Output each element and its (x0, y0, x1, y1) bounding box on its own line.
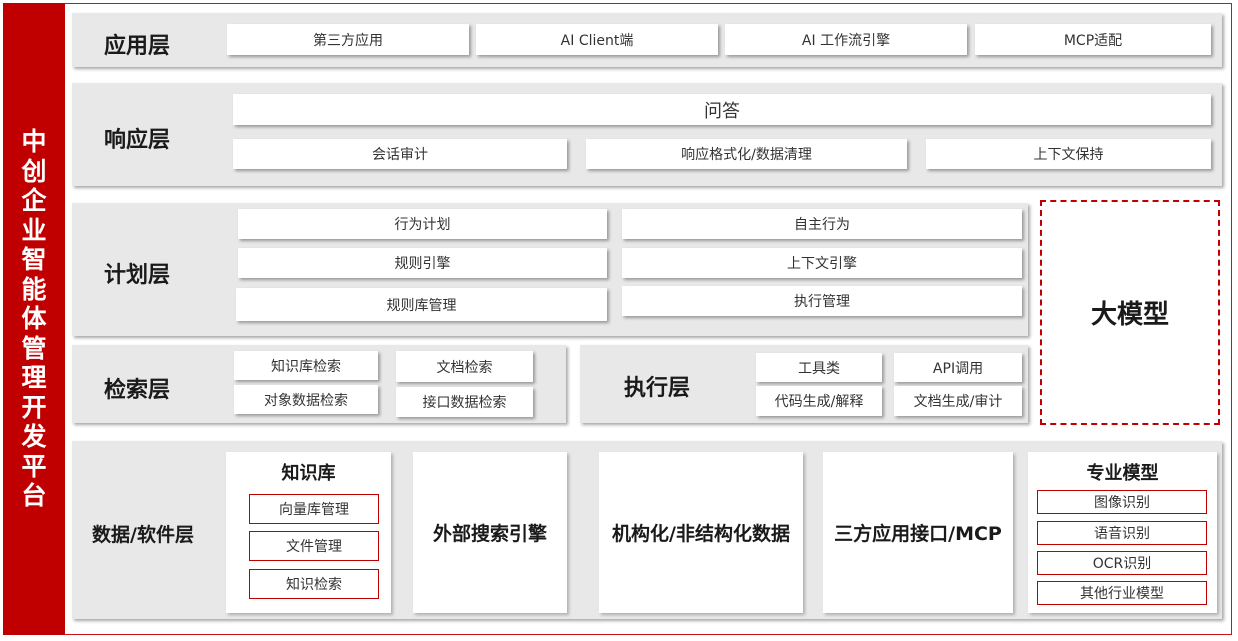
app-layer-title: 应用层 (104, 34, 171, 59)
third-party-api-card: 三方应用接口/MCP (823, 452, 1013, 613)
plan-item-behavior-plan: 行为计划 (238, 209, 607, 239)
response-item-context-keep: 上下文保持 (926, 139, 1211, 169)
platform-title: 中创企业智能体管理开发平台 (21, 127, 47, 511)
app-item-third-party: 第三方应用 (227, 24, 469, 55)
pro-item-voice: 语音识别 (1037, 521, 1207, 545)
structured-data-card: 机构化/非结构化数据 (599, 452, 803, 613)
kb-item-search: 知识检索 (249, 569, 379, 599)
qa-box: 问答 (233, 94, 1211, 125)
plan-item-context-engine: 上下文引擎 (622, 248, 1022, 278)
kb-card-title: 知识库 (281, 463, 336, 484)
retrieval-item-doc: 文档检索 (396, 351, 533, 382)
retrieval-item-api: 接口数据检索 (396, 387, 533, 417)
data-layer-title: 数据/软件层 (92, 524, 194, 546)
response-item-format: 响应格式化/数据清理 (586, 139, 907, 169)
plan-layer-title: 计划层 (104, 263, 171, 288)
plan-item-exec-mgmt: 执行管理 (622, 286, 1022, 316)
plan-item-rule-lib: 规则库管理 (236, 288, 607, 321)
response-item-session-audit: 会话审计 (233, 139, 567, 169)
response-layer-title: 响应层 (104, 128, 171, 153)
plan-item-autonomous: 自主行为 (622, 209, 1022, 239)
retrieval-item-kb: 知识库检索 (234, 351, 378, 380)
retrieval-layer-title: 检索层 (104, 378, 171, 403)
llm-box: 大模型 (1040, 200, 1220, 425)
app-item-ai-client: AI Client端 (476, 24, 718, 55)
exec-item-api-call: API调用 (894, 353, 1022, 382)
pro-item-ocr: OCR识别 (1037, 551, 1207, 575)
retrieval-item-object: 对象数据检索 (234, 385, 378, 414)
exec-item-doc-gen: 文档生成/审计 (894, 386, 1022, 416)
exec-layer-title: 执行层 (624, 376, 691, 401)
kb-card: 知识库 向量库管理 文件管理 知识检索 (226, 452, 391, 613)
exec-item-code-gen: 代码生成/解释 (756, 386, 882, 416)
pro-item-image: 图像识别 (1037, 490, 1207, 514)
pro-model-title: 专业模型 (1086, 463, 1159, 484)
platform-sidebar: 中创企业智能体管理开发平台 (3, 3, 65, 635)
kb-item-vector: 向量库管理 (249, 494, 379, 524)
app-item-ai-workflow: AI 工作流引擎 (725, 24, 967, 55)
kb-item-file: 文件管理 (249, 531, 379, 561)
external-search-card: 外部搜索引擎 (413, 452, 567, 613)
app-item-mcp: MCP适配 (975, 24, 1211, 55)
exec-item-tools: 工具类 (756, 353, 882, 382)
pro-item-industry: 其他行业模型 (1037, 581, 1207, 605)
pro-model-card: 专业模型 图像识别 语音识别 OCR识别 其他行业模型 (1028, 452, 1217, 613)
plan-item-rule-engine: 规则引擎 (238, 248, 607, 278)
